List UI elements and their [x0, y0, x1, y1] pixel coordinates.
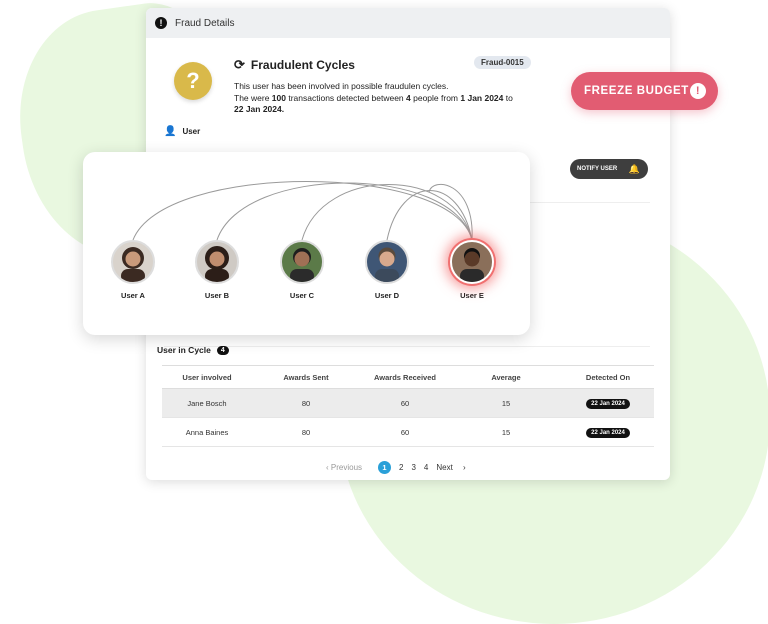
cell-awards-received: 60	[400, 398, 410, 408]
alert-icon: !	[690, 83, 706, 99]
freeze-budget-button[interactable]: FREEZE BUDGET !	[571, 72, 718, 110]
person-icon	[205, 246, 229, 282]
person-icon	[375, 247, 399, 282]
divider	[164, 346, 650, 347]
cycle-label-text: User in Cycle	[157, 345, 211, 355]
alert-icon: !	[155, 17, 167, 29]
question-icon: ?	[174, 62, 212, 100]
cell-user: Jane Bosch	[187, 398, 227, 408]
node-label: User C	[289, 291, 315, 300]
notify-label: NOTIFY USER	[577, 166, 618, 172]
bell-icon: 🔔	[628, 163, 640, 174]
previous-button[interactable]: ‹ Previous	[326, 463, 370, 472]
cell-detected-on: 22 Jan 2024	[562, 427, 654, 438]
node-label: User A	[121, 291, 145, 300]
node-user-c[interactable]: User C	[276, 240, 328, 300]
cell-detected-on: 22 Jan 2024	[562, 398, 654, 409]
page-3-button[interactable]: 3	[411, 463, 415, 472]
cell-awards-sent: 80	[301, 427, 311, 437]
avatar	[365, 240, 409, 284]
user-in-cycle-label: User in Cycle 4	[157, 345, 229, 355]
desc-from: 1 Jan 2024	[460, 92, 504, 103]
desc-count: 100	[271, 92, 286, 103]
node-user-e[interactable]: User E	[446, 240, 498, 300]
avatar	[111, 240, 155, 284]
person-icon	[121, 247, 145, 282]
table-row[interactable]: Anna Baines 80 60 15 22 Jan 2024	[162, 418, 654, 447]
header-awards-received[interactable]: Awards Received	[360, 373, 450, 382]
panel-header: ! Fraud Details	[146, 8, 670, 38]
avatar-highlighted	[450, 240, 494, 284]
cycle-count-badge: 4	[216, 345, 229, 355]
desc-prefix: The were	[234, 92, 272, 103]
cell-user: Anna Baines	[185, 427, 229, 437]
desc-mid: transactions detected between	[285, 92, 407, 103]
header-detected-on[interactable]: Detected On	[562, 373, 654, 382]
date-badge: 22 Jan 2024	[586, 427, 630, 438]
desc-to: 22 Jan 2024.	[234, 104, 285, 114]
cycle-title: ⟳ Fraudulent Cycles	[234, 57, 355, 73]
cell-awards-sent: 80	[301, 398, 311, 408]
panel-title: Fraud Details	[175, 17, 235, 29]
table-row[interactable]: Jane Bosch 80 60 15 22 Jan 2024	[162, 389, 654, 418]
avatar	[195, 240, 239, 284]
previous-label: Previous	[330, 463, 363, 472]
node-label: User D	[374, 291, 400, 300]
cell-average: 15	[501, 427, 511, 437]
pagination: ‹ Previous 1 2 3 4 Next ›	[326, 461, 474, 474]
header-user-involved[interactable]: User involved	[162, 373, 252, 382]
date-badge: 22 Jan 2024	[586, 398, 630, 409]
header-average[interactable]: Average	[450, 373, 562, 382]
page-2-button[interactable]: 2	[399, 463, 403, 472]
desc-to-word: to	[503, 92, 513, 103]
node-label: User E	[460, 291, 484, 300]
freeze-label: FREEZE BUDGET	[584, 85, 689, 97]
user-network-card: User A User B User C User D User E	[83, 152, 530, 335]
page-4-button[interactable]: 4	[424, 463, 428, 472]
fraud-id-badge: Fraud-0015	[474, 56, 531, 69]
avatar	[280, 240, 324, 284]
page-1-button[interactable]: 1	[378, 461, 392, 474]
desc-mid2: people from	[410, 92, 461, 103]
edge-b-e	[216, 182, 473, 241]
fraud-description: This user has been involved in possible …	[234, 81, 554, 116]
cycle-users-table: User involved Awards Sent Awards Receive…	[162, 365, 654, 447]
edge-c-e	[301, 184, 473, 241]
next-label: Next	[436, 463, 453, 472]
node-user-a[interactable]: User A	[107, 240, 159, 300]
person-icon	[290, 248, 314, 282]
next-button[interactable]: Next ›	[436, 463, 465, 472]
cell-awards-received: 60	[400, 427, 410, 437]
node-label: User B	[204, 291, 230, 300]
node-user-d[interactable]: User D	[361, 240, 413, 300]
cell-average: 15	[501, 398, 511, 408]
desc-line1: This user has been involved in possible …	[234, 81, 449, 91]
user-label-text: User	[182, 127, 201, 136]
table-header: User involved Awards Sent Awards Receive…	[162, 365, 654, 389]
node-user-b[interactable]: User B	[191, 240, 243, 300]
refresh-icon: ⟳	[234, 57, 245, 72]
cycle-title-text: Fraudulent Cycles	[250, 58, 355, 72]
header-awards-sent[interactable]: Awards Sent	[252, 373, 360, 382]
user-section-label: 👤 User	[164, 126, 200, 137]
person-icon	[460, 248, 484, 282]
notify-user-button[interactable]: NOTIFY USER 🔔	[570, 159, 648, 179]
user-icon: 👤	[164, 126, 177, 137]
edge-a-e	[132, 181, 473, 241]
